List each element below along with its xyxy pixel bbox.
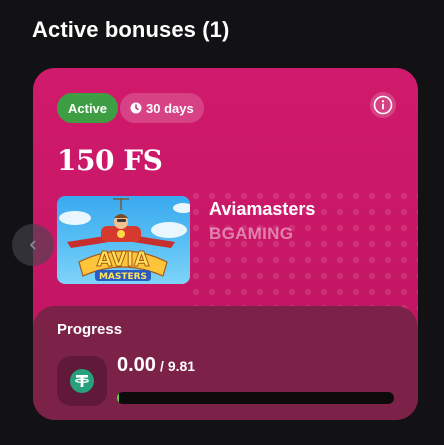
progress-bar	[117, 392, 394, 404]
currency-tile	[57, 356, 107, 406]
carousel-prev-button[interactable]	[12, 224, 54, 266]
aviamasters-artwork: AVIA MASTERS	[59, 198, 190, 282]
progress-values: 0.00 / 9.81	[117, 354, 195, 377]
progress-bar-fill	[117, 392, 119, 404]
game-provider: BGAMING	[209, 224, 294, 243]
game-thumbnail[interactable]: AVIA MASTERS	[57, 196, 190, 284]
status-badge: Active	[57, 93, 119, 123]
clock-icon	[130, 102, 142, 114]
tether-icon	[70, 369, 94, 393]
progress-target: 9.81	[167, 358, 196, 374]
thumbnail-title-bottom: MASTERS	[99, 272, 147, 282]
progress-separator: /	[159, 358, 164, 374]
active-bonuses-page: Active bonuses (1) Active 30 days 150 FS	[0, 0, 444, 445]
info-button[interactable]	[370, 92, 396, 118]
progress-current: 0.00	[117, 354, 156, 376]
bonus-card[interactable]: Active 30 days 150 FS AVIA MASTERS Aviam…	[33, 68, 418, 420]
progress-panel: Progress 0.00 / 9.81	[33, 306, 418, 420]
section-title: Active bonuses (1)	[32, 17, 230, 42]
info-icon	[373, 95, 393, 115]
game-name[interactable]: Aviamasters	[209, 199, 315, 220]
duration-badge: 30 days	[120, 93, 204, 123]
progress-title: Progress	[57, 321, 123, 338]
duration-label: 30 days	[146, 100, 194, 116]
chevron-left-icon	[30, 240, 36, 250]
thumbnail-title-top: AVIA	[97, 247, 150, 271]
bonus-amount: 150 FS	[57, 144, 163, 177]
